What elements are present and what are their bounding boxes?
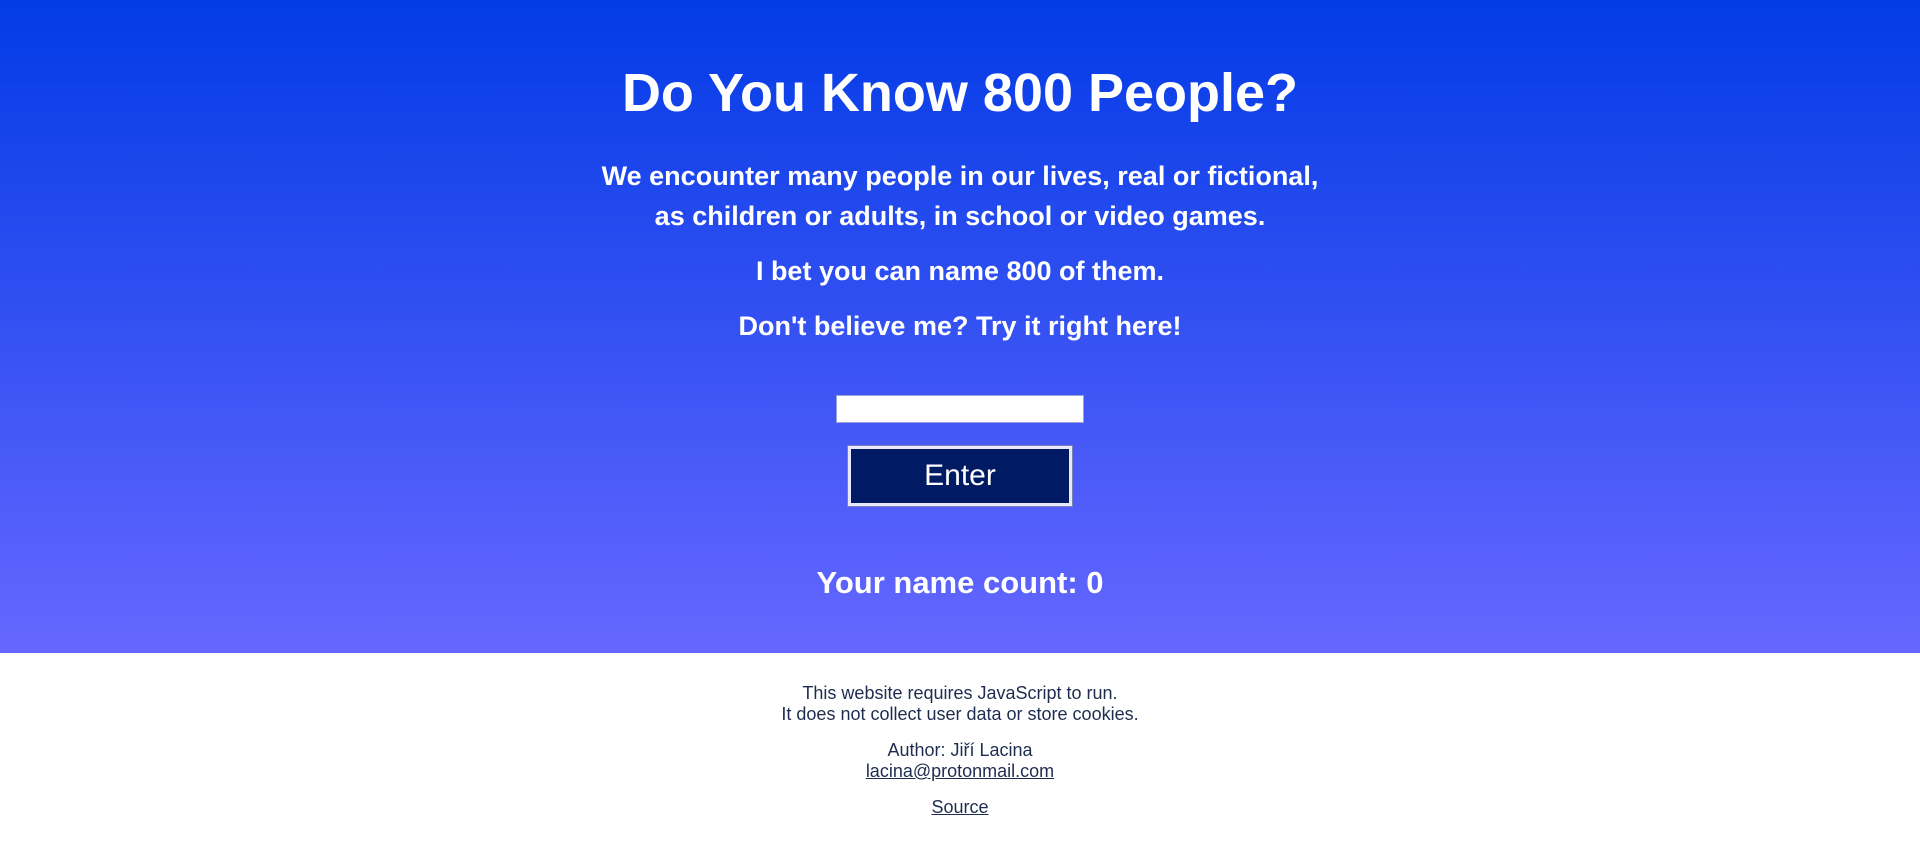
intro-line-2: as children or adults, in school or vide…: [654, 201, 1266, 231]
challenge-text: Don't believe me? Try it right here!: [738, 311, 1182, 341]
source-link[interactable]: Source: [931, 797, 988, 817]
bet-text: I bet you can name 800 of them.: [755, 256, 1165, 286]
email-link[interactable]: lacina@protonmail.com: [866, 761, 1054, 781]
intro-line-1: We encounter many people in our lives, r…: [601, 161, 1319, 191]
author-text: Author: Jiří Lacina: [887, 740, 1033, 760]
name-input[interactable]: [836, 395, 1084, 423]
page-title: Do You Know 800 People?: [621, 63, 1299, 123]
intro-text: We encounter many people in our lives, r…: [0, 156, 1920, 236]
enter-button[interactable]: Enter: [848, 446, 1072, 506]
js-notice: This website requires JavaScript to run.: [802, 683, 1118, 703]
privacy-notice: It does not collect user data or store c…: [781, 704, 1139, 724]
footer-notice: This website requires JavaScript to run.…: [0, 683, 1920, 725]
hero-section: Do You Know 800 People? We encounter man…: [0, 0, 1920, 653]
footer-source-block: Source: [0, 797, 1920, 818]
footer-author-block: Author: Jiří Lacina lacina@protonmail.co…: [0, 740, 1920, 782]
name-count: Your name count: 0: [816, 565, 1104, 600]
footer: This website requires JavaScript to run.…: [0, 653, 1920, 866]
